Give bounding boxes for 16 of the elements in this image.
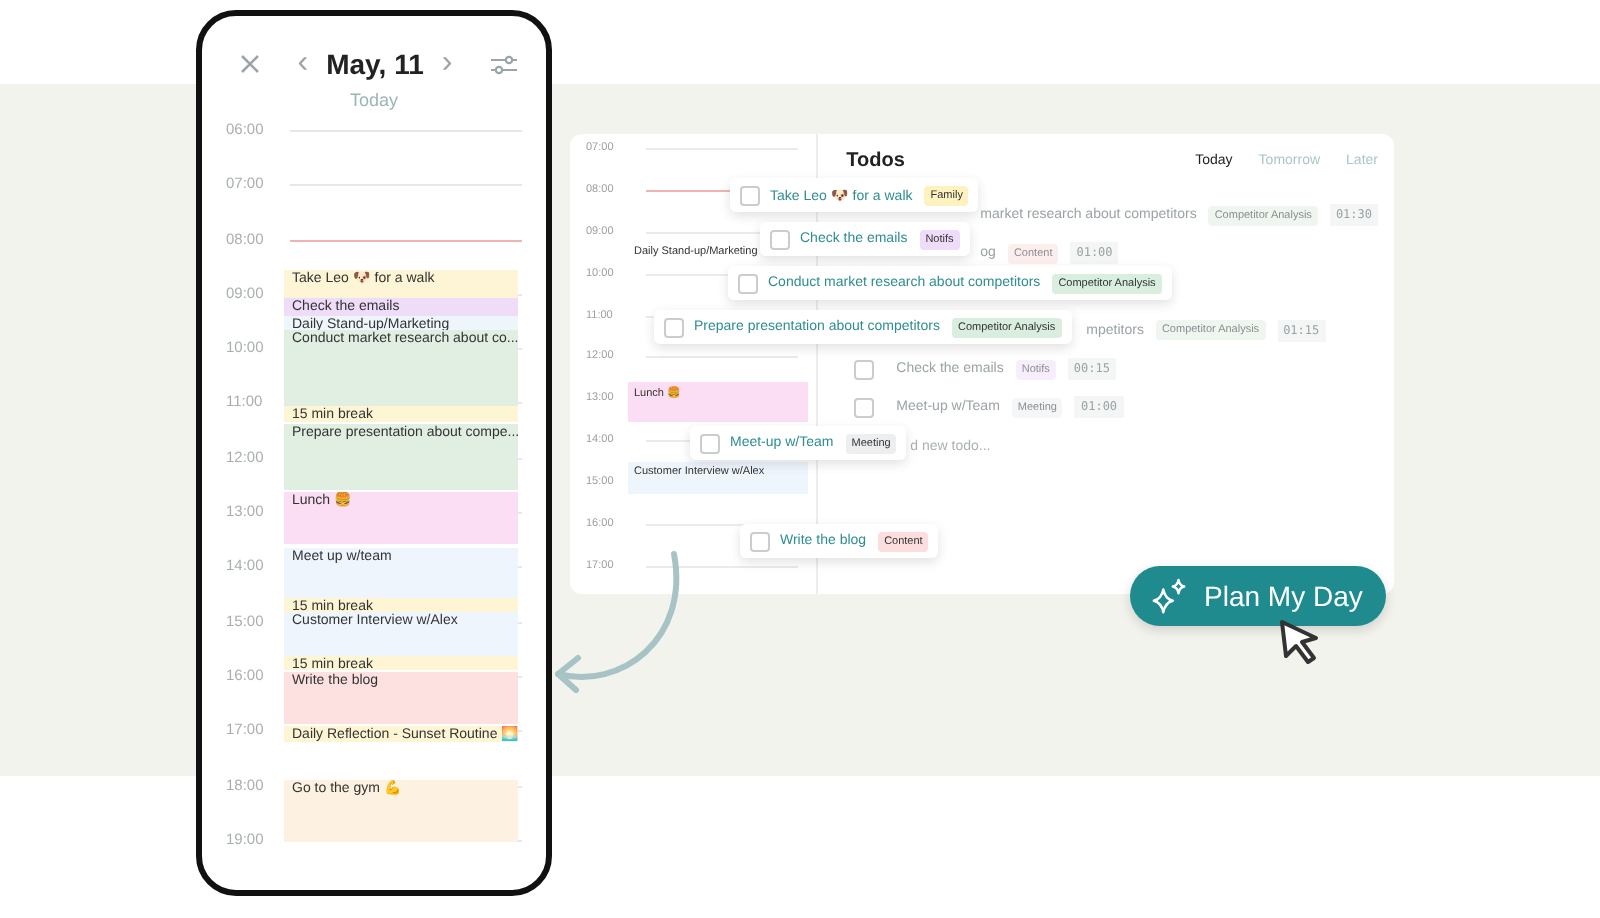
date-title: May, 11 (326, 48, 424, 80)
checkbox[interactable] (700, 433, 720, 453)
checkbox[interactable] (740, 185, 760, 205)
cursor-icon (1278, 618, 1322, 666)
close-icon[interactable] (240, 54, 260, 74)
checkbox[interactable] (664, 317, 684, 337)
checkbox[interactable] (854, 359, 875, 380)
plan-my-day-button[interactable]: Plan My Day (1130, 566, 1387, 626)
sparkle-icon (1150, 577, 1188, 615)
checkbox[interactable] (770, 229, 790, 249)
filter-icon[interactable] (490, 53, 518, 75)
checkbox[interactable] (750, 531, 770, 551)
checkbox[interactable] (854, 397, 875, 418)
today-label: Today (347, 90, 401, 110)
checkbox[interactable] (738, 273, 758, 293)
todos-title: Todos (846, 150, 905, 172)
